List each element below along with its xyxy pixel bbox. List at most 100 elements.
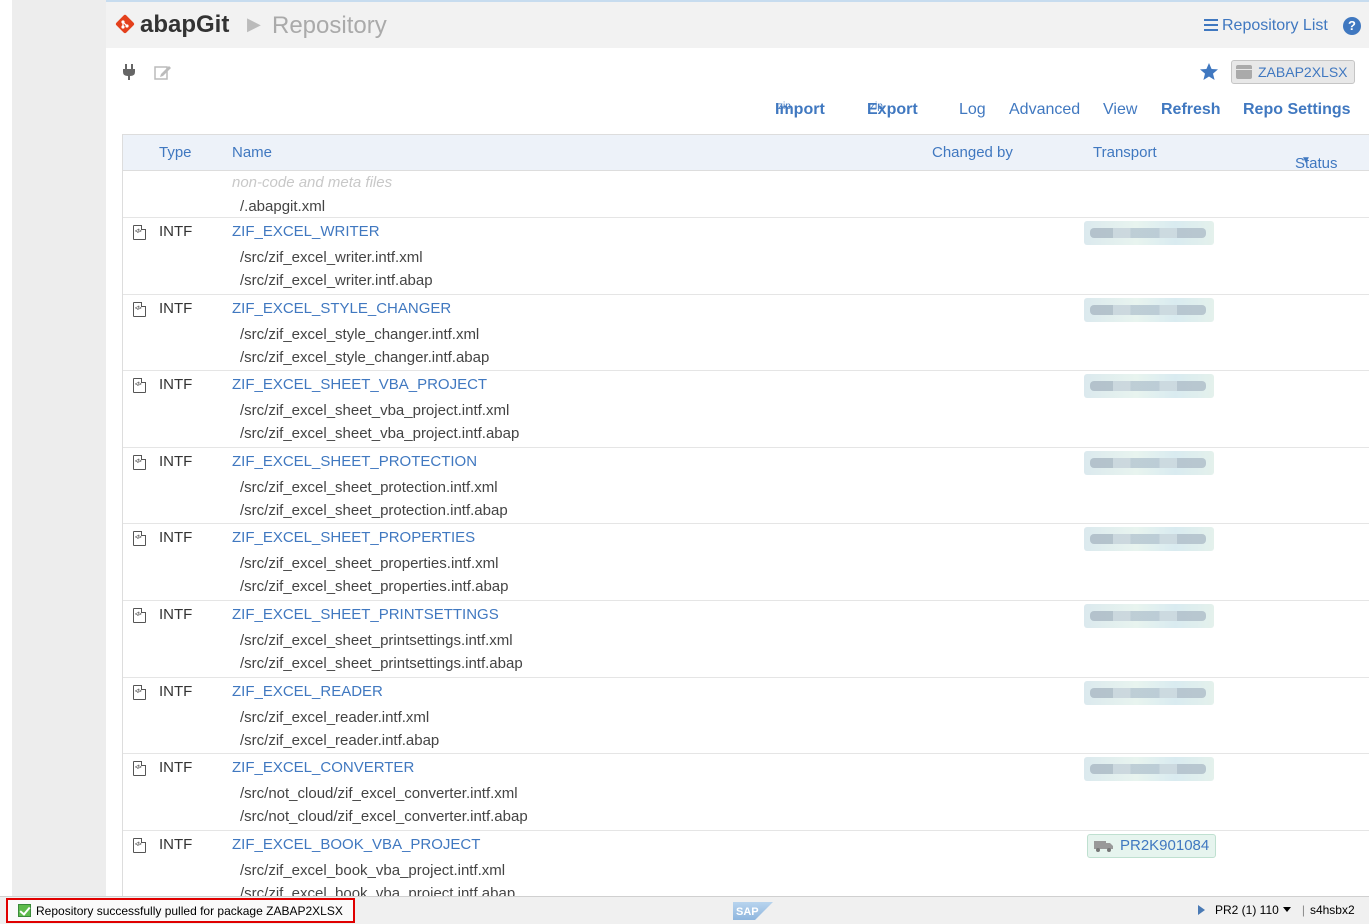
- repository-list-link[interactable]: Repository List: [1204, 17, 1328, 35]
- code-file-icon: [133, 301, 146, 317]
- object-type: INTF: [159, 605, 193, 623]
- table-row: INTF ZIF_EXCEL_BOOK_VBA_PROJECT/src/zif_e…: [123, 831, 1369, 896]
- file-path: /src/zif_excel_reader.intf.abap: [240, 731, 440, 749]
- column-name[interactable]: Name: [232, 144, 272, 161]
- host-name: s4hsbx2: [1309, 903, 1355, 917]
- file-path: /src/zif_excel_sheet_vba_project.intf.ab…: [240, 425, 520, 443]
- object-name-link[interactable]: ZIF_EXCEL_STYLE_CHANGER: [232, 300, 451, 317]
- transport-id: PR2K901084: [1120, 836, 1210, 854]
- code-file-icon: [133, 684, 146, 700]
- transport-badge-redacted[interactable]: [1084, 603, 1214, 628]
- object-name-link[interactable]: ZIF_EXCEL_READER: [232, 683, 383, 700]
- success-check-icon: [18, 904, 31, 917]
- table-row: INTF ZIF_EXCEL_STYLE_CHANGER/src/zif_exce…: [123, 295, 1369, 372]
- package-badge[interactable]: ZABAP2XLSX: [1231, 60, 1355, 84]
- transport-badge-redacted[interactable]: [1084, 297, 1214, 322]
- transport-badge-redacted[interactable]: [1084, 527, 1214, 552]
- menu-repo-settings[interactable]: Repo Settings: [1243, 101, 1351, 119]
- menu-export[interactable]: Export zip: [867, 101, 918, 122]
- table-row: INTF ZIF_EXCEL_SHEET_PRINTSETTINGS/src/zi…: [123, 601, 1369, 678]
- object-type: INTF: [159, 529, 193, 547]
- meta-files-label: non-code and meta files: [232, 174, 393, 191]
- redacted-blur: [1090, 610, 1206, 621]
- redacted-blur: [1090, 457, 1206, 468]
- help-icon[interactable]: ?: [1343, 17, 1361, 35]
- file-path: /src/zif_excel_style_changer.intf.abap: [240, 348, 490, 366]
- dropdown-caret-icon: [1282, 907, 1291, 912]
- table-row: INTF ZIF_EXCEL_SHEET_VBA_PROJECT/src/zif_…: [123, 371, 1369, 448]
- transport-badge-redacted[interactable]: [1084, 680, 1214, 705]
- menu-advanced[interactable]: Advanced: [1009, 101, 1080, 119]
- package-icon: [1236, 65, 1252, 79]
- expand-triangle-icon: [1198, 905, 1205, 915]
- transport-badge-redacted[interactable]: [1084, 221, 1214, 245]
- object-name-link[interactable]: ZIF_EXCEL_SHEET_PRINTSETTINGS: [232, 606, 499, 623]
- file-path: /src/not_cloud/zif_excel_converter.intf.…: [240, 808, 528, 826]
- redacted-blur: [1090, 534, 1206, 545]
- code-file-icon: [133, 607, 146, 623]
- menu-refresh[interactable]: Refresh: [1161, 101, 1221, 119]
- file-path: /src/zif_excel_book_vba_project.intf.xml: [240, 861, 506, 879]
- git-logo-icon: [115, 14, 135, 34]
- repo-menu: Import zip Export zip Log Advanced View Re…: [106, 101, 1369, 121]
- header-bar: abapGit ▶ Repository Repository List ?: [106, 0, 1369, 48]
- column-changed-by[interactable]: Changed by: [932, 144, 1013, 161]
- file-path: /src/zif_excel_sheet_protection.intf.xml: [240, 478, 498, 496]
- table-row: INTF ZIF_EXCEL_CONVERTER/src/not_cloud/zi…: [123, 754, 1369, 831]
- object-type: INTF: [159, 835, 193, 853]
- object-name-link[interactable]: ZIF_EXCEL_SHEET_PROPERTIES: [232, 529, 475, 546]
- table-row: INTF ZIF_EXCEL_SHEET_PROPERTIES/src/zif_e…: [123, 524, 1369, 601]
- table-header: Type Name Changed by Transport Status ▼: [123, 134, 1369, 172]
- file-path: /src/zif_excel_sheet_printsettings.intf.…: [240, 654, 523, 672]
- menu-log[interactable]: Log: [959, 101, 986, 119]
- transport-badge-redacted[interactable]: [1084, 757, 1214, 782]
- object-name-link[interactable]: ZIF_EXCEL_CONVERTER: [232, 759, 414, 776]
- object-name-link[interactable]: ZIF_EXCEL_BOOK_VBA_PROJECT: [232, 836, 480, 853]
- code-file-icon: [133, 837, 146, 853]
- transport-badge[interactable]: PR2K901084: [1087, 833, 1217, 858]
- redacted-blur: [1090, 381, 1206, 392]
- file-path: /src/zif_excel_book_vba_project.intf.aba…: [240, 884, 516, 896]
- file-path: /src/zif_excel_reader.intf.xml: [240, 708, 430, 726]
- page-title: Repository: [272, 12, 387, 39]
- column-transport[interactable]: Transport: [1093, 144, 1157, 161]
- code-file-icon: [133, 225, 146, 240]
- edit-icon[interactable]: [154, 64, 172, 80]
- sap-logo-icon: SAP: [733, 902, 773, 920]
- file-path: /src/zif_excel_sheet_properties.intf.xml: [240, 555, 499, 573]
- system-info[interactable]: PR2 (1) 110 | s4hsbx2: [1198, 903, 1355, 917]
- redacted-blur: [1090, 304, 1206, 315]
- menu-view[interactable]: View: [1103, 101, 1137, 119]
- separator: |: [1301, 903, 1305, 917]
- plug-icon[interactable]: [122, 64, 136, 80]
- meta-files-row: non-code and meta files /.abapgit.xml: [123, 171, 1369, 218]
- favorite-star-icon[interactable]: [1199, 62, 1219, 82]
- file-path: /src/zif_excel_sheet_protection.intf.aba…: [240, 501, 508, 519]
- meta-file-path: /.abapgit.xml: [240, 198, 326, 215]
- gutter-strip: [12, 0, 106, 896]
- redacted-blur: [1090, 228, 1206, 238]
- abapgit-app: abapGit ▶ Repository Repository List ? Z…: [106, 0, 1369, 896]
- redacted-blur: [1090, 764, 1206, 775]
- object-name-link[interactable]: ZIF_EXCEL_WRITER: [232, 223, 380, 240]
- object-type: INTF: [159, 759, 193, 777]
- status-message-text: Repository successfully pulled for packa…: [36, 903, 343, 918]
- object-name-link[interactable]: ZIF_EXCEL_SHEET_VBA_PROJECT: [232, 376, 487, 393]
- package-name: ZABAP2XLSX: [1258, 64, 1348, 80]
- import-label: Import: [775, 101, 825, 118]
- transport-badge-redacted[interactable]: [1084, 374, 1214, 399]
- transport-badge-redacted[interactable]: [1084, 450, 1214, 475]
- object-type: INTF: [159, 682, 193, 700]
- status-message[interactable]: Repository successfully pulled for packa…: [6, 898, 355, 923]
- object-rows: INTF ZIF_EXCEL_WRITER/src/zif_excel_write…: [123, 218, 1369, 896]
- breadcrumb-arrow-icon: ▶: [247, 14, 261, 34]
- code-file-icon: [133, 761, 146, 777]
- app-logo-text[interactable]: abapGit: [140, 11, 229, 39]
- menu-import[interactable]: Import zip: [775, 101, 825, 122]
- export-label: Export: [867, 101, 918, 118]
- object-name-link[interactable]: ZIF_EXCEL_SHEET_PROTECTION: [232, 453, 477, 470]
- object-type: INTF: [159, 376, 193, 394]
- object-type: INTF: [159, 223, 193, 240]
- file-path: /src/zif_excel_writer.intf.xml: [240, 249, 423, 266]
- column-type[interactable]: Type: [159, 144, 192, 161]
